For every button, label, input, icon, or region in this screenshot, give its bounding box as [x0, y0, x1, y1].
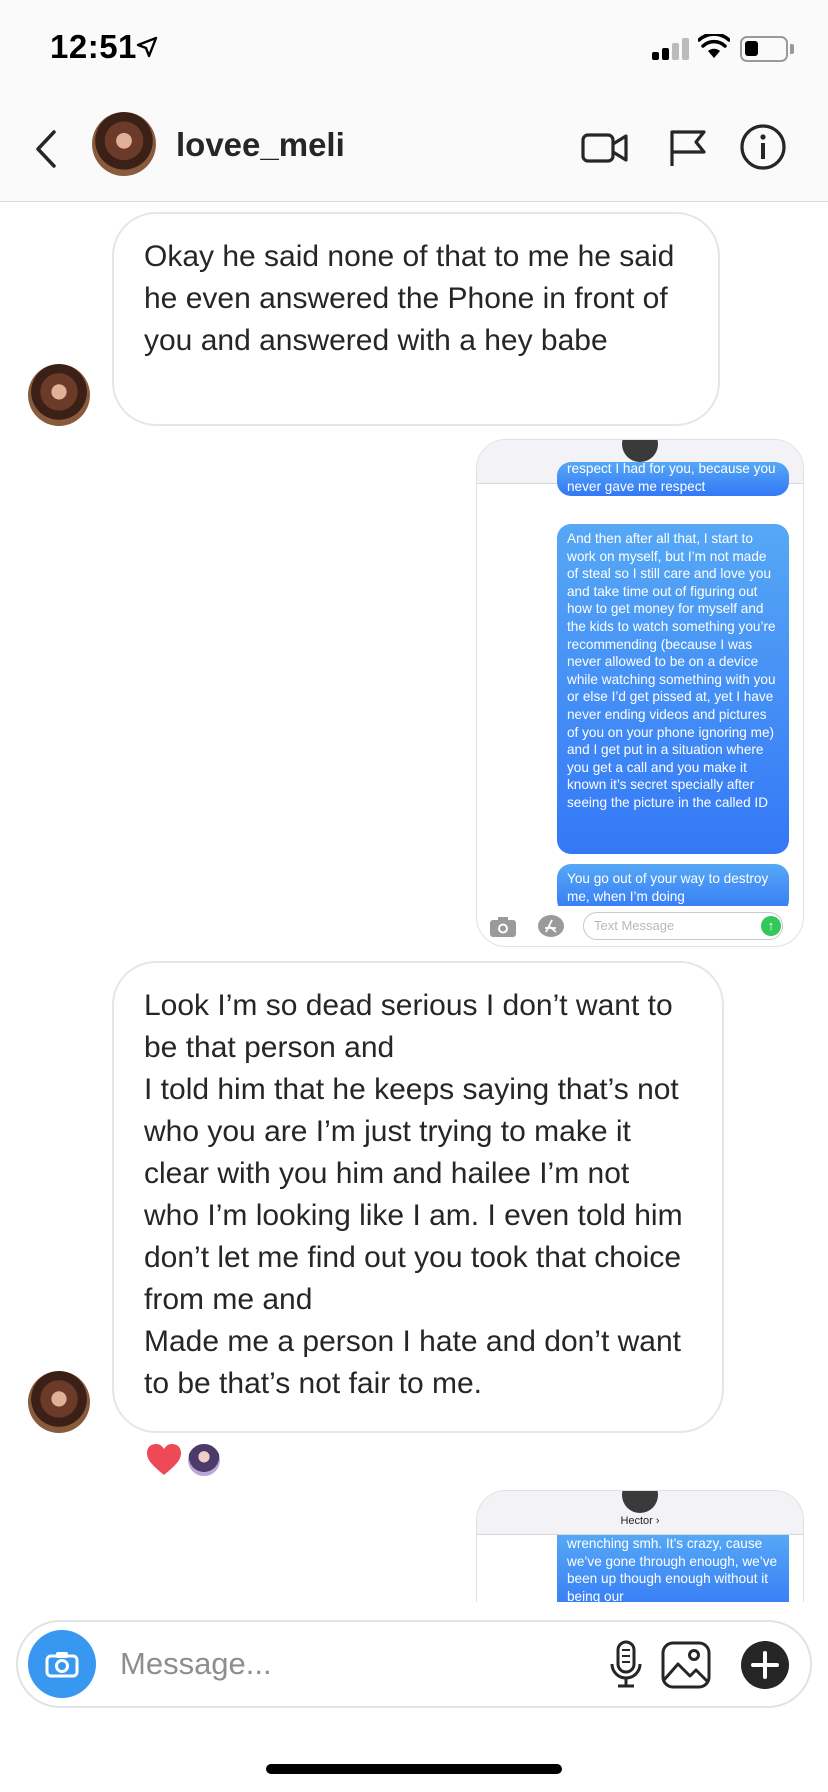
camera-icon — [490, 917, 516, 937]
reactor-avatar[interactable] — [186, 1442, 222, 1478]
message-input[interactable] — [120, 1642, 500, 1686]
cellular-signal-icon — [652, 38, 690, 60]
sender-avatar[interactable] — [28, 364, 90, 426]
status-time: 12:51 — [50, 28, 137, 65]
screenshot-message-cut: respect I had for you, because you never… — [557, 462, 789, 496]
contact-avatar — [622, 1491, 658, 1513]
battery-tip — [790, 44, 794, 54]
shared-screenshot[interactable]: Hector › respect I had for you, because … — [476, 439, 804, 947]
avatar[interactable] — [92, 112, 156, 176]
wifi-icon — [698, 34, 730, 58]
battery-fill — [745, 41, 758, 56]
sender-avatar[interactable] — [28, 1371, 90, 1433]
username[interactable]: lovee_meli — [176, 126, 345, 164]
message-text: Okay he said none of that to me he said … — [144, 240, 675, 357]
info-icon[interactable] — [738, 122, 788, 172]
screenshot-message-text: You go out of your way to destroy me, wh… — [567, 871, 769, 904]
plus-icon[interactable] — [740, 1640, 790, 1690]
screenshot-text-input: Text Message — [583, 912, 783, 940]
send-arrow-icon: ↑ — [761, 916, 781, 936]
camera-icon — [45, 1652, 79, 1678]
screenshot-message: And then after all that, I start to work… — [557, 524, 789, 854]
battery-icon — [740, 36, 788, 62]
heart-reaction-icon[interactable] — [146, 1443, 182, 1477]
microphone-icon[interactable] — [606, 1640, 646, 1692]
screenshot-header: Hector › — [477, 1491, 803, 1535]
screenshot-contact-name: Hector › — [620, 1515, 660, 1527]
screenshot-message-text: And then after all that, I start to work… — [567, 531, 776, 810]
message-text: Look I’m so dead serious I don’t want to… — [144, 989, 683, 1400]
message-bubble[interactable]: Okay he said none of that to me he said … — [112, 212, 720, 426]
contact-avatar — [622, 440, 658, 462]
app-store-icon — [538, 915, 564, 937]
screenshot-message: wrenching smh. It’s crazy, cause we’ve g… — [557, 1535, 789, 1602]
home-indicator — [266, 1764, 562, 1774]
status-bar: 12:51 — [0, 0, 828, 100]
shared-screenshot[interactable]: Hector › wrenching smh. It’s crazy, caus… — [476, 1490, 804, 1602]
screenshot-message-text: wrenching smh. It’s crazy, cause we’ve g… — [567, 1536, 778, 1602]
screenshot-input-bar: Text Message ↑ — [477, 906, 803, 946]
flag-icon[interactable] — [666, 122, 710, 172]
back-icon[interactable] — [28, 124, 68, 174]
screenshot-message-text: respect I had for you, because you never… — [567, 462, 776, 494]
camera-button[interactable] — [28, 1630, 96, 1698]
location-arrow-icon — [136, 36, 158, 58]
message-bubble[interactable]: Look I’m so dead serious I don’t want to… — [112, 961, 724, 1433]
gallery-icon[interactable] — [660, 1640, 712, 1690]
message-composer — [16, 1620, 812, 1708]
chat-header: lovee_meli — [0, 100, 828, 202]
video-call-icon[interactable] — [580, 122, 630, 172]
